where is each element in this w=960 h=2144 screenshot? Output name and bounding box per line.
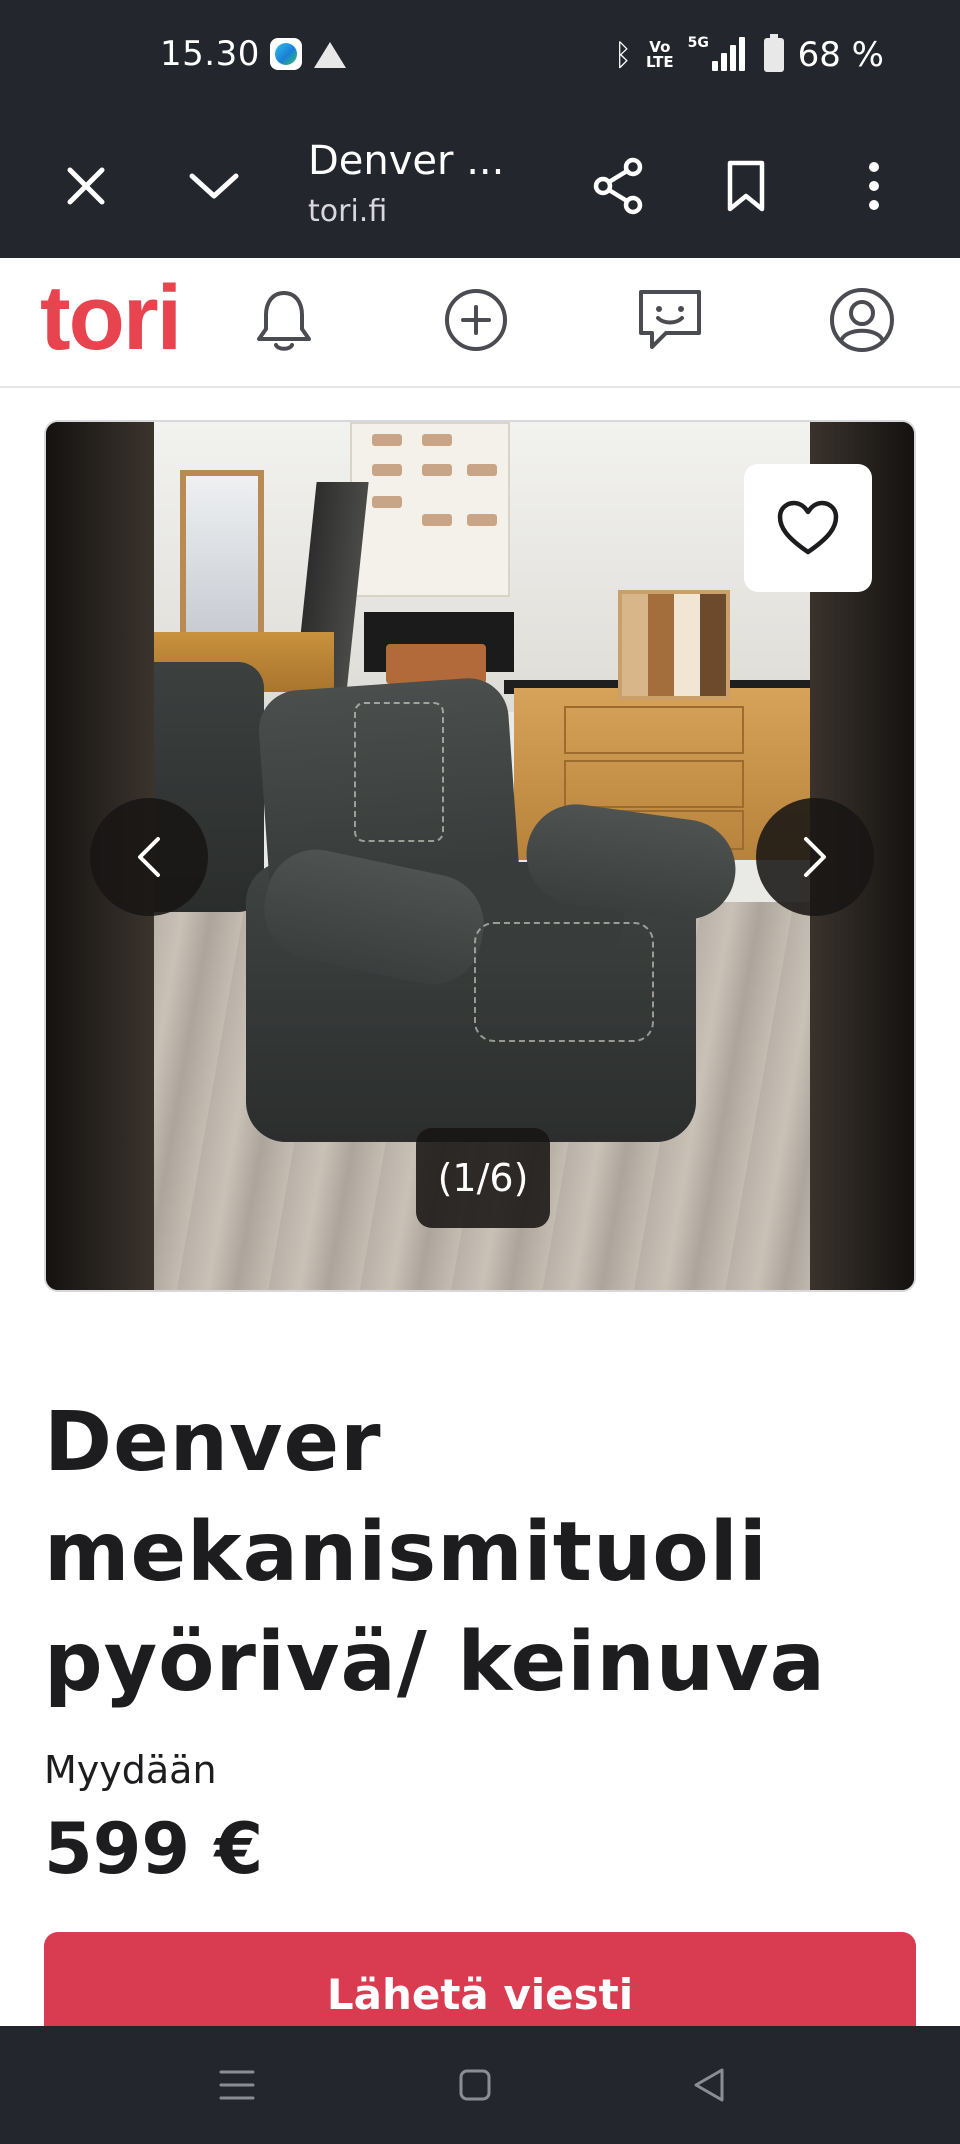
- bookmark-icon: [727, 160, 765, 212]
- share-icon: [593, 157, 643, 215]
- bell-icon: [257, 291, 311, 351]
- network-type: 5G: [687, 35, 709, 51]
- send-message-label: Lähetä viesti: [326, 1970, 634, 2019]
- bookmark-button[interactable]: [710, 150, 782, 222]
- heart-icon: [777, 500, 839, 555]
- back-icon: [694, 2068, 724, 2102]
- page-title: Denver ...: [308, 138, 505, 184]
- status-bar: 15.30 ᛒ Vo LTE 5G 68 %: [0, 0, 960, 110]
- sale-type-label: Myydään: [44, 1748, 217, 1792]
- status-indicators: ᛒ Vo LTE 5G 68 %: [614, 30, 884, 80]
- more-vert-icon: [869, 162, 879, 210]
- previous-image-button[interactable]: [90, 798, 208, 916]
- messages-button[interactable]: [632, 282, 708, 358]
- warning-triangle-icon: [314, 42, 346, 68]
- new-listing-button[interactable]: [438, 282, 514, 358]
- next-image-button[interactable]: [756, 798, 874, 916]
- home-icon: [459, 2069, 491, 2101]
- battery-percent: 68 %: [797, 35, 884, 75]
- profile-icon: [830, 288, 894, 352]
- notifications-button[interactable]: [246, 282, 322, 358]
- favorite-button[interactable]: [744, 464, 872, 592]
- more-options-button[interactable]: [838, 150, 910, 222]
- chevron-down-icon: [189, 173, 239, 199]
- edge-browser-icon: [270, 38, 302, 70]
- site-header: tori: [0, 258, 960, 388]
- signal-icon: 5G: [688, 35, 750, 75]
- bluetooth-icon: ᛒ: [614, 37, 633, 73]
- image-counter: (1/6): [416, 1128, 550, 1228]
- status-time: 15.30: [160, 34, 260, 74]
- menu-icon: [219, 2070, 255, 2100]
- chevron-left-icon: [138, 837, 160, 877]
- system-navigation-bar: [0, 2026, 960, 2144]
- battery-icon: [763, 34, 784, 72]
- minimize-button[interactable]: [178, 150, 250, 222]
- close-icon: [67, 167, 105, 205]
- chat-icon: [639, 290, 701, 349]
- back-button[interactable]: [676, 2052, 742, 2118]
- listing-title: Denver mekanismituoli pyörivä/ keinuva: [44, 1395, 826, 1710]
- page-domain: tori.fi: [308, 194, 388, 229]
- image-gallery[interactable]: (1/6): [44, 420, 916, 1292]
- close-tab-button[interactable]: [50, 150, 122, 222]
- listing-price: 599 €: [44, 1808, 264, 1890]
- volte-indicator: Vo LTE: [646, 40, 674, 70]
- profile-button[interactable]: [824, 282, 900, 358]
- volte-line2: LTE: [646, 53, 674, 71]
- recent-apps-button[interactable]: [204, 2052, 270, 2118]
- tori-logo[interactable]: tori: [40, 272, 182, 364]
- share-button[interactable]: [582, 150, 654, 222]
- chevron-right-icon: [804, 837, 826, 877]
- plus-circle-icon: [445, 289, 507, 351]
- browser-toolbar: Denver ... tori.fi: [0, 110, 960, 258]
- home-button[interactable]: [442, 2052, 508, 2118]
